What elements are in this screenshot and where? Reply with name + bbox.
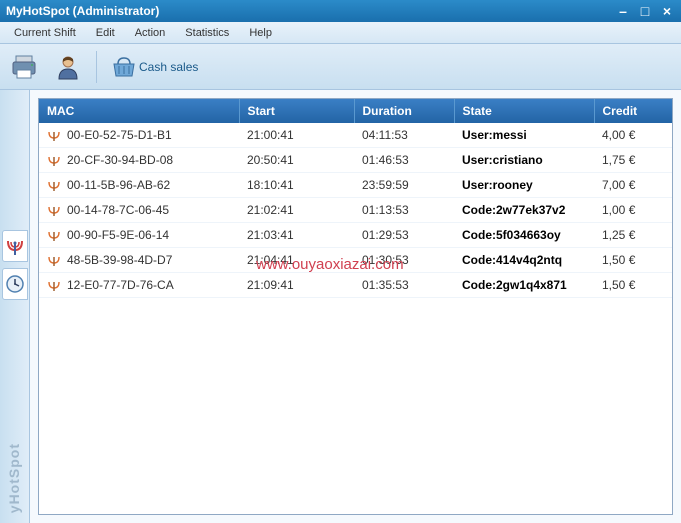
- cell-mac: 00-90-F5-9E-06-14: [67, 228, 169, 242]
- window-title: MyHotSpot (Administrator): [6, 4, 615, 18]
- cell-credit: 1,25 €: [594, 223, 672, 248]
- cash-sales-label: Cash sales: [139, 60, 198, 74]
- header-start[interactable]: Start: [239, 99, 354, 123]
- cell-start: 21:03:41: [239, 223, 354, 248]
- signal-icon: [47, 278, 61, 292]
- cell-mac: 48-5B-39-98-4D-D7: [67, 253, 172, 267]
- cell-credit: 1,50 €: [594, 248, 672, 273]
- user-button[interactable]: [52, 51, 84, 83]
- signal-icon: [47, 228, 61, 242]
- menu-edit[interactable]: Edit: [86, 24, 125, 42]
- titlebar: MyHotSpot (Administrator) – □ ×: [0, 0, 681, 22]
- cell-credit: 1,00 €: [594, 198, 672, 223]
- sidebar-brand-text: yHotSpot: [6, 443, 22, 513]
- cell-state: User:messi: [454, 123, 594, 148]
- maximize-button[interactable]: □: [637, 3, 653, 19]
- menu-action[interactable]: Action: [125, 24, 176, 42]
- cell-mac: 20-CF-30-94-BD-08: [67, 153, 173, 167]
- printer-button[interactable]: [8, 51, 40, 83]
- signal-icon: [47, 128, 61, 142]
- cell-duration: 23:59:59: [354, 173, 454, 198]
- table-row[interactable]: 12-E0-77-7D-76-CA 21:09:4101:35:53Code:2g…: [39, 273, 672, 298]
- signal-icon: [47, 153, 61, 167]
- cell-duration: 01:29:53: [354, 223, 454, 248]
- sessions-table: MAC Start Duration State Credit 00-E0-52…: [39, 99, 672, 298]
- printer-icon: [10, 53, 38, 81]
- cash-sales-button[interactable]: Cash sales: [109, 54, 200, 80]
- cell-mac: 00-14-78-7C-06-45: [67, 203, 169, 217]
- cell-start: 21:09:41: [239, 273, 354, 298]
- sessions-table-wrap: MAC Start Duration State Credit 00-E0-52…: [38, 98, 673, 515]
- table-row[interactable]: 00-90-F5-9E-06-14 21:03:4101:29:53Code:5f…: [39, 223, 672, 248]
- basket-icon: [111, 56, 137, 78]
- cell-credit: 7,00 €: [594, 173, 672, 198]
- toolbar: Cash sales: [0, 44, 681, 90]
- antenna-icon: [5, 236, 25, 256]
- table-row[interactable]: 00-14-78-7C-06-45 21:02:4101:13:53Code:2w…: [39, 198, 672, 223]
- menu-statistics[interactable]: Statistics: [175, 24, 239, 42]
- cell-duration: 01:13:53: [354, 198, 454, 223]
- cell-mac: 00-11-5B-96-AB-62: [67, 178, 170, 192]
- cell-start: 21:02:41: [239, 198, 354, 223]
- cell-duration: 01:46:53: [354, 148, 454, 173]
- toolbar-separator: [96, 51, 97, 83]
- cell-mac: 00-E0-52-75-D1-B1: [67, 128, 172, 142]
- cell-start: 20:50:41: [239, 148, 354, 173]
- cell-credit: 1,50 €: [594, 273, 672, 298]
- cell-duration: 01:30:53: [354, 248, 454, 273]
- minimize-button[interactable]: –: [615, 3, 631, 19]
- user-icon: [54, 53, 82, 81]
- cell-state: Code:2w77ek37v2: [454, 198, 594, 223]
- header-duration[interactable]: Duration: [354, 99, 454, 123]
- cell-start: 21:04:41: [239, 248, 354, 273]
- cell-mac: 12-E0-77-7D-76-CA: [67, 278, 174, 292]
- signal-icon: [47, 203, 61, 217]
- menu-help[interactable]: Help: [239, 24, 282, 42]
- table-row[interactable]: 00-11-5B-96-AB-62 18:10:4123:59:59User:ro…: [39, 173, 672, 198]
- signal-icon: [47, 253, 61, 267]
- clock-icon: [5, 274, 25, 294]
- sidebar-tab-clock[interactable]: [2, 268, 28, 300]
- cell-state: User:rooney: [454, 173, 594, 198]
- header-state[interactable]: State: [454, 99, 594, 123]
- cell-state: Code:5f034663oy: [454, 223, 594, 248]
- sidebar: yHotSpot: [0, 90, 30, 523]
- cell-duration: 01:35:53: [354, 273, 454, 298]
- cell-start: 21:00:41: [239, 123, 354, 148]
- table-row[interactable]: 20-CF-30-94-BD-08 20:50:4101:46:53User:cr…: [39, 148, 672, 173]
- menu-current-shift[interactable]: Current Shift: [4, 24, 86, 42]
- menubar: Current Shift Edit Action Statistics Hel…: [0, 22, 681, 44]
- table-header-row: MAC Start Duration State Credit: [39, 99, 672, 123]
- cell-credit: 1,75 €: [594, 148, 672, 173]
- content-area: MAC Start Duration State Credit 00-E0-52…: [30, 90, 681, 523]
- cell-credit: 4,00 €: [594, 123, 672, 148]
- header-mac[interactable]: MAC: [39, 99, 239, 123]
- sidebar-tab-antenna[interactable]: [2, 230, 28, 262]
- table-row[interactable]: 00-E0-52-75-D1-B1 21:00:4104:11:53User:me…: [39, 123, 672, 148]
- cell-state: User:cristiano: [454, 148, 594, 173]
- cell-duration: 04:11:53: [354, 123, 454, 148]
- cell-start: 18:10:41: [239, 173, 354, 198]
- header-credit[interactable]: Credit: [594, 99, 672, 123]
- cell-state: Code:414v4q2ntq: [454, 248, 594, 273]
- window-controls: – □ ×: [615, 3, 675, 19]
- cell-state: Code:2gw1q4x871: [454, 273, 594, 298]
- table-row[interactable]: 48-5B-39-98-4D-D7 21:04:4101:30:53Code:41…: [39, 248, 672, 273]
- close-button[interactable]: ×: [659, 3, 675, 19]
- signal-icon: [47, 178, 61, 192]
